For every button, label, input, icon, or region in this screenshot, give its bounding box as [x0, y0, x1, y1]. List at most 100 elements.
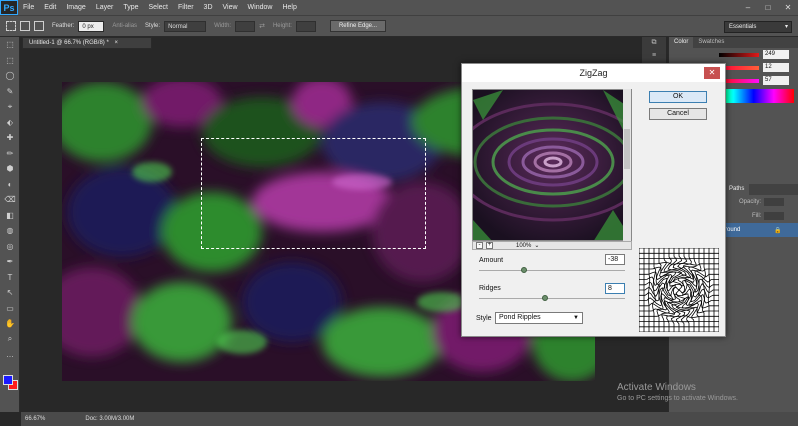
zoom-level[interactable]: 66.67% — [25, 416, 45, 422]
scrollbar-thumb[interactable] — [624, 129, 630, 169]
tool-3-icon[interactable]: ✎ — [0, 84, 20, 100]
window-controls: – □ ✕ — [738, 0, 798, 15]
grid-line — [648, 248, 651, 332]
zoom-in-button[interactable]: + — [486, 242, 493, 249]
foreground-color-swatch[interactable] — [3, 375, 13, 385]
workspace-label: Essentials — [729, 24, 757, 30]
menu-3d[interactable]: 3D — [199, 4, 218, 11]
menu-filter[interactable]: Filter — [173, 4, 199, 11]
workspace-select[interactable]: Essentials ▾ — [724, 21, 792, 33]
cancel-button[interactable]: Cancel — [649, 108, 707, 120]
menu-view[interactable]: View — [218, 4, 243, 11]
height-label: Height: — [272, 23, 292, 29]
preview-scrollbar[interactable] — [623, 89, 631, 241]
tool-14-icon[interactable]: ✒ — [0, 254, 20, 270]
tool-17-icon[interactable]: ▭ — [0, 301, 20, 317]
tool-6-icon[interactable]: ✚ — [0, 130, 20, 146]
width-input[interactable] — [235, 20, 256, 32]
document-tab[interactable]: Untitled-1 @ 66.7% (RGB/8) * × — [22, 37, 152, 49]
opacity-input[interactable] — [764, 198, 785, 206]
style-select[interactable]: Pond Ripples ▼ — [495, 312, 583, 324]
history-icon[interactable]: ⧉ — [642, 37, 666, 49]
fill-label: Fill: — [752, 213, 762, 219]
amount-label: Amount — [479, 257, 504, 264]
tool-16-icon[interactable]: ↖ — [0, 285, 20, 301]
amount-slider-thumb[interactable] — [521, 267, 528, 273]
grid-line — [639, 282, 719, 298]
tool-2-icon[interactable]: ◯ — [0, 68, 20, 84]
antialias-label[interactable]: Anti-alias — [112, 23, 137, 29]
status-bar: 66.67% Doc: 3.00M/3.00M — [21, 412, 798, 426]
menu-help[interactable]: Help — [277, 4, 301, 11]
tool-1-icon[interactable]: ⬚ — [0, 53, 20, 69]
amount-slider[interactable] — [479, 267, 625, 273]
feather-input[interactable]: 0 px — [78, 20, 105, 32]
add-selection-icon[interactable] — [34, 21, 44, 31]
tool-19-icon[interactable]: ⌕ — [0, 332, 20, 348]
tool-9-icon[interactable]: ◐ — [0, 177, 20, 193]
grid-line — [694, 248, 703, 332]
marquee-tool-icon[interactable] — [6, 21, 16, 31]
document-title: Untitled-1 @ 66.7% (RGB/8) * — [29, 40, 109, 46]
close-window-button[interactable]: ✕ — [778, 0, 798, 15]
red-slider[interactable] — [719, 52, 759, 57]
minimize-button[interactable]: – — [738, 0, 758, 15]
menu-edit[interactable]: Edit — [39, 4, 61, 11]
zigzag-dialog: ZigZag ✕ - + 100% ⌄ OK Cancel Amount -38… — [461, 63, 726, 337]
tool-20-icon[interactable]: … — [0, 347, 20, 363]
style-label: Style — [476, 315, 492, 322]
tool-8-icon[interactable]: ⬢ — [0, 161, 20, 177]
zoom-dropdown-icon[interactable]: ⌄ — [534, 242, 539, 249]
tab-color[interactable]: Color — [669, 37, 694, 48]
properties-icon[interactable]: ≡ — [642, 49, 666, 61]
tool-0-icon[interactable]: ⬚ — [0, 37, 20, 53]
selection-marquee[interactable] — [201, 138, 426, 249]
windows-activation-watermark: Activate Windows Go to PC settings to ac… — [617, 382, 738, 402]
zoom-out-button[interactable]: - — [476, 242, 483, 249]
tool-5-icon[interactable]: ⬖ — [0, 115, 20, 131]
new-selection-icon[interactable] — [20, 21, 30, 31]
menu-file[interactable]: File — [18, 4, 39, 11]
ridges-slider[interactable] — [479, 295, 625, 301]
blue-value[interactable]: 57 — [763, 76, 789, 85]
tool-7-icon[interactable]: ✏ — [0, 146, 20, 162]
menu-image[interactable]: Image — [61, 4, 90, 11]
grid-line — [639, 257, 719, 260]
grid-line — [707, 248, 710, 332]
menu-type[interactable]: Type — [118, 4, 143, 11]
menu-window[interactable]: Window — [243, 4, 278, 11]
style-select[interactable]: Normal — [164, 20, 207, 32]
tool-12-icon[interactable]: ◍ — [0, 223, 20, 239]
ridges-slider-thumb[interactable] — [541, 295, 548, 301]
tool-15-icon[interactable]: T — [0, 270, 20, 286]
red-value[interactable]: 249 — [763, 50, 789, 59]
width-label: Width: — [214, 23, 232, 29]
menu-select[interactable]: Select — [144, 4, 173, 11]
refine-edge-button[interactable]: Refine Edge... — [329, 20, 386, 32]
tool-13-icon[interactable]: ◎ — [0, 239, 20, 255]
ok-button[interactable]: OK — [649, 91, 707, 103]
menu-layer[interactable]: Layer — [91, 4, 119, 11]
tool-10-icon[interactable]: ⌫ — [0, 192, 20, 208]
maximize-button[interactable]: □ — [758, 0, 778, 15]
ridges-input[interactable]: 8 — [605, 283, 625, 294]
fill-input[interactable] — [764, 212, 785, 220]
tool-4-icon[interactable]: ⌖ — [0, 99, 20, 115]
tool-11-icon[interactable]: ◧ — [0, 208, 20, 224]
activate-subtitle: Go to PC settings to activate Windows. — [617, 395, 738, 402]
amount-input[interactable]: -38 — [605, 254, 625, 265]
swap-icon[interactable]: ⇄ — [259, 22, 265, 30]
style-select-value: Pond Ripples — [499, 314, 541, 321]
tab-swatches[interactable]: Swatches — [693, 37, 729, 48]
filter-preview[interactable] — [472, 89, 632, 241]
green-value[interactable]: 12 — [763, 63, 789, 72]
dialog-close-button[interactable]: ✕ — [704, 67, 720, 79]
tool-18-icon[interactable]: ✋ — [0, 316, 20, 332]
tab-paths[interactable]: Paths — [724, 184, 750, 195]
ridges-label: Ridges — [479, 285, 501, 292]
grid-line — [655, 248, 664, 332]
options-bar: Feather: 0 px Anti-alias Style: Normal W… — [0, 15, 798, 37]
preview-zoom-bar: - + 100% ⌄ — [472, 241, 632, 250]
close-tab-icon[interactable]: × — [114, 40, 118, 46]
height-input[interactable] — [295, 20, 316, 32]
